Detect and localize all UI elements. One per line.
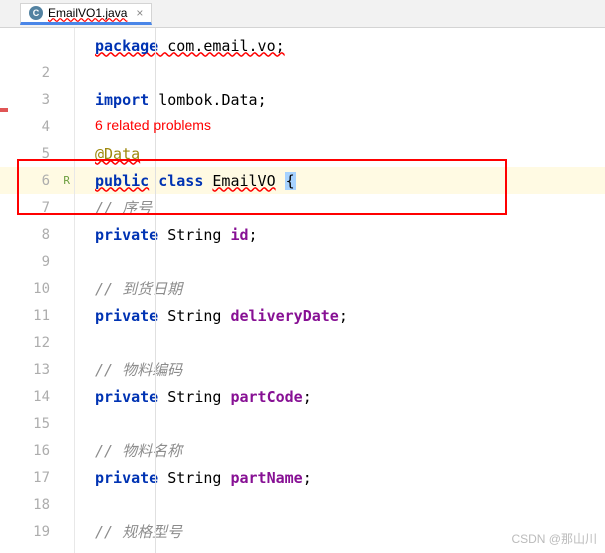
- code-area[interactable]: 6 related problems package com.email.vo;…: [75, 28, 605, 553]
- gutter-row[interactable]: 16: [0, 437, 74, 464]
- gutter-row[interactable]: 7: [0, 194, 74, 221]
- watermark: CSDN @那山川: [511, 530, 597, 547]
- gutter-row[interactable]: 10: [0, 275, 74, 302]
- gutter-row[interactable]: [0, 32, 74, 59]
- gutter-row[interactable]: 8: [0, 221, 74, 248]
- gutter-row[interactable]: 12: [0, 329, 74, 356]
- indent-guide: [155, 28, 156, 553]
- problems-hint[interactable]: 6 related problems: [95, 117, 211, 133]
- editor: 2 3 4 5 6 R ✎ 7 8 9 10 11 12 13 14 15 16…: [0, 28, 605, 553]
- tab-bar: C EmailVO1.java ×: [0, 0, 605, 28]
- gutter-row[interactable]: 19: [0, 518, 74, 545]
- java-class-icon: C: [29, 6, 43, 20]
- gutter-row[interactable]: 9: [0, 248, 74, 275]
- gutter-row[interactable]: 17: [0, 464, 74, 491]
- tab-filename: EmailVO1.java: [48, 6, 127, 20]
- cursor-selection: {: [285, 172, 296, 190]
- file-tab[interactable]: C EmailVO1.java ×: [20, 3, 152, 25]
- gutter-row[interactable]: 15: [0, 410, 74, 437]
- gutter-row[interactable]: 5: [0, 140, 74, 167]
- gutter-row[interactable]: 4: [0, 113, 74, 140]
- gutter-row[interactable]: 14: [0, 383, 74, 410]
- run-icon[interactable]: R: [63, 174, 70, 187]
- gutter-row[interactable]: 11: [0, 302, 74, 329]
- gutter-row[interactable]: 18: [0, 491, 74, 518]
- gutter-row[interactable]: 3: [0, 86, 74, 113]
- gutter: 2 3 4 5 6 R ✎ 7 8 9 10 11 12 13 14 15 16…: [0, 28, 75, 553]
- gutter-row[interactable]: 6 R ✎: [0, 167, 74, 194]
- gutter-row[interactable]: 13: [0, 356, 74, 383]
- close-icon[interactable]: ×: [136, 6, 143, 20]
- gutter-row[interactable]: 2: [0, 59, 74, 86]
